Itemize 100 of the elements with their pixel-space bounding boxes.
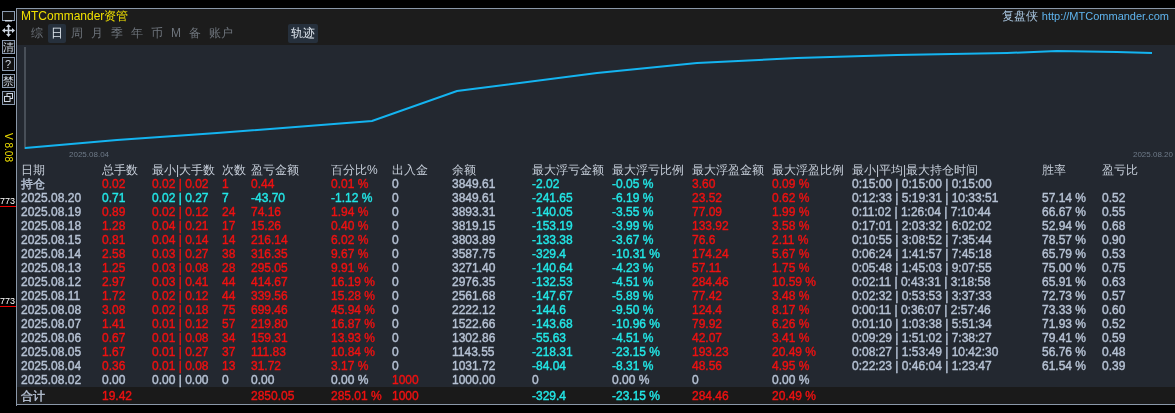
- side-button[interactable]: ?: [1, 57, 15, 71]
- column-header: 余额: [452, 163, 477, 177]
- table-cell: -329.4: [532, 388, 567, 403]
- table-cell: 9.67 %: [331, 247, 369, 261]
- table-cell: 52.94 %: [1042, 219, 1087, 233]
- table-cell: -218.31: [532, 345, 573, 359]
- column-header: 最大浮亏比例: [612, 163, 685, 177]
- column-header: 百分比%: [331, 163, 379, 177]
- table-cell: 2025.08.06: [21, 331, 82, 345]
- table-cell: 219.80: [251, 317, 288, 331]
- table-cell: 0: [392, 233, 399, 247]
- table-cell: 0.68: [1102, 219, 1126, 233]
- table-cell: 0.52: [1102, 317, 1126, 331]
- table-cell: 0.03 | 0.08: [152, 261, 209, 275]
- table-cell: 0:09:29 | 1:51:02 | 7:38:27: [852, 331, 992, 345]
- table-cell: 0.55: [1102, 205, 1126, 219]
- table-cell: 2025.08.04: [21, 359, 82, 373]
- table-cell: 0: [392, 205, 399, 219]
- table-cell: 0.03 | 0.41: [152, 275, 209, 289]
- view-tab[interactable]: 轨迹: [288, 23, 318, 43]
- table-cell: 6.26 %: [772, 317, 810, 331]
- table-cell: 0.44: [251, 177, 275, 191]
- table-cell: 2.11 %: [772, 233, 809, 247]
- table-cell: 0.36: [102, 359, 126, 373]
- table-cell: 0: [532, 373, 539, 387]
- table-cell: 79.92: [692, 317, 723, 331]
- period-tab[interactable]: 月: [88, 23, 106, 43]
- table-cell: -5.89 %: [612, 289, 654, 303]
- table-cell: 0.40 %: [331, 219, 369, 233]
- move-icon[interactable]: [1, 24, 15, 37]
- table-cell: 1.67: [102, 345, 126, 359]
- table-cell: 2850.05: [251, 388, 295, 403]
- period-tab[interactable]: 周: [68, 23, 86, 43]
- table-cell: 0.60: [1102, 303, 1126, 317]
- table-cell: 0: [692, 373, 699, 387]
- table-cell: 0.75: [1102, 261, 1126, 275]
- table-cell: 0.53: [1102, 247, 1126, 261]
- table-cell: 0.02 | 0.12: [152, 289, 209, 303]
- period-tab[interactable]: 综: [28, 23, 46, 43]
- table-cell: 3803.89: [452, 233, 496, 247]
- table-cell: 16.87 %: [331, 317, 376, 331]
- table-cell: 339.56: [251, 289, 288, 303]
- period-tab[interactable]: M: [168, 25, 184, 41]
- table-cell: 2976.35: [452, 275, 496, 289]
- period-tab[interactable]: 日: [48, 23, 66, 43]
- table-cell: 0:15:00 | 0:15:00 | 0:15:00: [852, 177, 992, 191]
- period-tab[interactable]: 币: [148, 23, 166, 43]
- column-header: 最大浮盈金额: [692, 163, 765, 177]
- table-cell: 0.01 | 0.12: [152, 317, 209, 331]
- table-cell: -4.23 %: [612, 261, 654, 275]
- table-cell: -241.65: [532, 191, 573, 205]
- period-tab[interactable]: 年: [128, 23, 146, 43]
- period-tab[interactable]: 备: [186, 23, 204, 43]
- column-header: 总手数: [102, 163, 139, 177]
- table-cell: 0.52: [1102, 191, 1126, 205]
- table-cell: -133.38: [532, 233, 573, 247]
- table-cell: 699.46: [251, 303, 288, 317]
- period-tab[interactable]: 账户: [206, 23, 236, 43]
- side-button[interactable]: 清: [1, 40, 15, 54]
- column-header: 日期: [21, 163, 46, 177]
- table-cell: 2025.08.05: [21, 345, 82, 359]
- side-button[interactable]: 禁: [1, 74, 15, 88]
- table-cell: 295.05: [251, 261, 288, 275]
- table-cell: 1143.55: [452, 345, 495, 359]
- table-cell: 44: [222, 289, 236, 303]
- table-cell: 77.09: [692, 205, 723, 219]
- table-cell: -3.99 %: [612, 219, 654, 233]
- table-cell: 3271.40: [452, 261, 496, 275]
- table-cell: 0.57: [1102, 289, 1126, 303]
- table-cell: 193.23: [692, 345, 729, 359]
- axis-label: 2025.08.20: [1132, 150, 1173, 159]
- table-cell: 13.93 %: [331, 331, 376, 345]
- table-cell: 4.95 %: [772, 359, 810, 373]
- table-cell: 2025.08.07: [21, 317, 82, 331]
- website-link[interactable]: http://MTCommander.com: [1041, 10, 1169, 22]
- table-cell: 9.91 %: [331, 261, 369, 275]
- table-cell: -329.4: [532, 247, 567, 261]
- table-cell: 20.49 %: [772, 388, 817, 403]
- period-tab[interactable]: 季: [108, 23, 126, 43]
- column-header: 最大浮亏金额: [532, 163, 605, 177]
- window-button[interactable]: [1, 91, 15, 105]
- table-cell: 56.76 %: [1042, 345, 1087, 359]
- table-cell: 0: [392, 345, 399, 359]
- table-cell: 0:17:01 | 2:03:32 | 6:02:02: [852, 219, 992, 233]
- table-cell: 0.01 | 0.27: [152, 345, 209, 359]
- table-cell: 3.48 %: [772, 289, 810, 303]
- table-cell: 6.02 %: [331, 233, 369, 247]
- table-cell: 1.28: [102, 219, 126, 233]
- table-cell: 15.26: [251, 219, 282, 233]
- table-cell: 0: [392, 219, 399, 233]
- table-cell: 0.63: [1102, 275, 1126, 289]
- table-cell: 24: [222, 205, 236, 219]
- table-cell: -23.15 %: [612, 388, 661, 403]
- column-header: 次数: [222, 163, 247, 177]
- table-cell: 71.93 %: [1042, 317, 1087, 331]
- table-cell: 0.00 %: [331, 373, 369, 387]
- table-cell: 66.67 %: [1042, 205, 1087, 219]
- minimize-button[interactable]: [1, 11, 15, 21]
- table-cell: 17: [222, 219, 236, 233]
- table-cell: 0:10:55 | 3:08:52 | 7:35:44: [852, 233, 992, 247]
